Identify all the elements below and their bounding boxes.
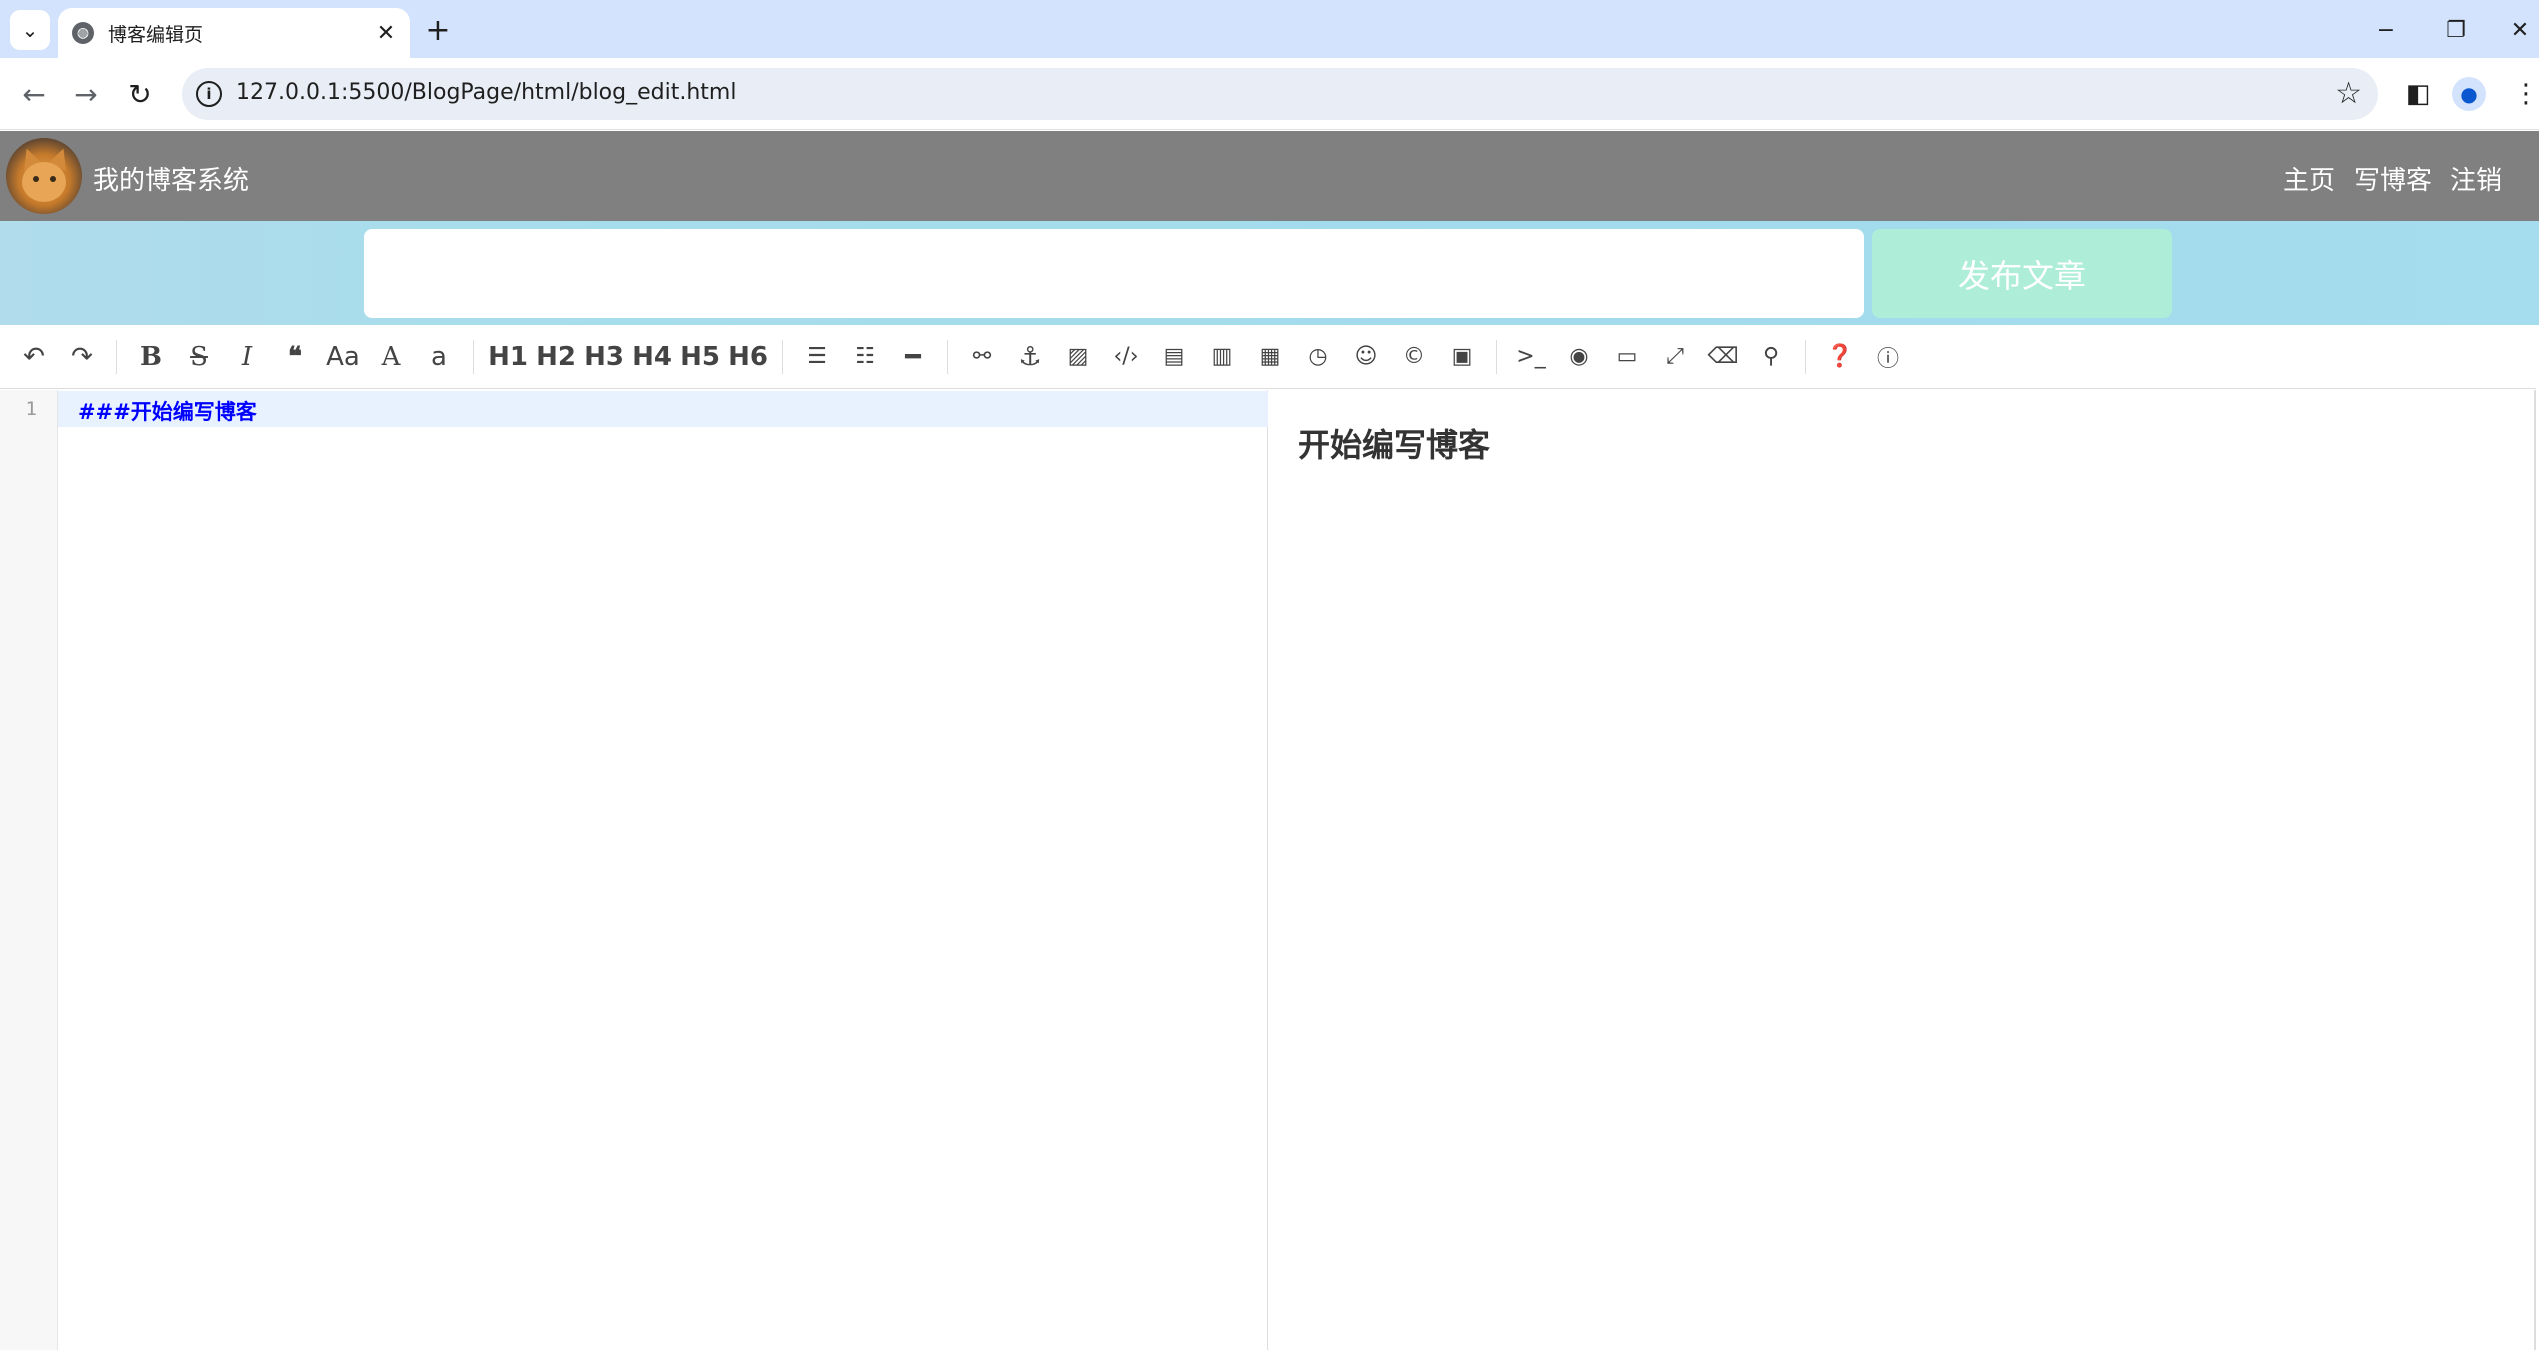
heading-4-button[interactable]: H4 xyxy=(632,337,672,377)
emoji-icon[interactable]: ☺ xyxy=(1346,337,1386,377)
toolbar-divider xyxy=(473,339,474,374)
anchor-icon[interactable]: ⚓ xyxy=(1010,337,1050,377)
lowercase-icon[interactable]: a xyxy=(419,337,459,377)
url-text[interactable]: 127.0.0.1:5500/BlogPage/html/blog_edit.h… xyxy=(236,80,736,105)
browser-tab-strip: ⌄ ◍ 博客编辑页 ✕ + − ❐ ✕ xyxy=(0,0,2539,58)
bookmark-star-icon[interactable]: ☆ xyxy=(2335,76,2362,111)
quote-icon[interactable]: ❝ xyxy=(275,337,315,377)
restore-icon[interactable]: ❐ xyxy=(2436,12,2476,48)
cat-logo-avatar xyxy=(6,138,82,214)
editor-toolbar: ↶ ↷ B S I ❝ Aa A a H1 H2 H3 H4 H5 H6 ☰ ☷… xyxy=(0,325,2536,389)
fullscreen-icon[interactable]: ⤢ xyxy=(1655,337,1695,377)
markdown-line-text[interactable]: ###开始编写博客 xyxy=(78,396,257,426)
goto-line-terminal-icon[interactable]: >_ xyxy=(1511,337,1551,377)
help-question-icon[interactable]: ❓ xyxy=(1820,337,1860,377)
heading-3-button[interactable]: H3 xyxy=(584,337,624,377)
code-inline-icon[interactable]: ‹/› xyxy=(1106,337,1146,377)
site-info-icon[interactable]: i xyxy=(196,81,222,107)
title-bar: 发布文章 xyxy=(0,221,2539,325)
heading-1-button[interactable]: H1 xyxy=(488,337,528,377)
publish-article-button[interactable]: 发布文章 xyxy=(1872,229,2172,318)
heading-6-button[interactable]: H6 xyxy=(728,337,768,377)
preview-desktop-icon[interactable]: ▭ xyxy=(1607,337,1647,377)
search-icon[interactable]: ⚲ xyxy=(1751,337,1791,377)
italic-icon[interactable]: I xyxy=(227,337,267,377)
code-block-icon[interactable]: ▤ xyxy=(1154,337,1194,377)
pagebreak-icon[interactable]: ▣ xyxy=(1442,337,1482,377)
toolbar-divider xyxy=(116,339,117,374)
tab-close-icon[interactable]: ✕ xyxy=(372,19,400,47)
undo-icon[interactable]: ↶ xyxy=(14,337,54,377)
html-entities-copyright-icon[interactable]: © xyxy=(1394,337,1434,377)
url-omnibox[interactable]: i 127.0.0.1:5500/BlogPage/html/blog_edit… xyxy=(182,68,2378,120)
article-title-input[interactable] xyxy=(364,229,1864,318)
clear-eraser-icon[interactable]: ⌫ xyxy=(1703,337,1743,377)
strikethrough-icon[interactable]: S xyxy=(179,337,219,377)
markdown-input-area[interactable]: ###开始编写博客 xyxy=(58,390,1268,1350)
menu-dots-icon[interactable]: ⋮ xyxy=(2506,74,2539,114)
uppercase-lowercase-icon[interactable]: Aa xyxy=(323,337,363,377)
profile-avatar-icon[interactable]: ● xyxy=(2452,77,2486,111)
reload-icon[interactable]: ↻ xyxy=(120,74,160,114)
back-arrow-icon[interactable]: ← xyxy=(14,74,54,114)
toolbar-divider xyxy=(1805,339,1806,374)
unordered-list-icon[interactable]: ☰ xyxy=(797,337,837,377)
tab-search-chevron-icon[interactable]: ⌄ xyxy=(10,10,50,50)
site-title: 我的博客系统 xyxy=(93,166,250,196)
preview-heading: 开始编写博客 xyxy=(1298,426,1491,464)
window-close-icon[interactable]: ✕ xyxy=(2500,12,2539,48)
markdown-editor: 1 ###开始编写博客 开始编写博客 xyxy=(0,390,2536,1350)
bold-icon[interactable]: B xyxy=(131,337,171,377)
toolbar-divider xyxy=(782,339,783,374)
markdown-preview-pane: 开始编写博客 xyxy=(1268,390,2534,1350)
info-icon[interactable]: ⓘ xyxy=(1868,337,1908,377)
code-preformatted-icon[interactable]: ▥ xyxy=(1202,337,1242,377)
forward-arrow-icon[interactable]: → xyxy=(66,74,106,114)
heading-2-button[interactable]: H2 xyxy=(536,337,576,377)
toggle-preview-eye-icon[interactable]: ◉ xyxy=(1559,337,1599,377)
ordered-list-icon[interactable]: ☷ xyxy=(845,337,885,377)
toolbar-divider xyxy=(947,339,948,374)
line-number: 1 xyxy=(25,398,37,420)
nav-link-logout[interactable]: 注销 xyxy=(2450,160,2502,197)
browser-tab[interactable]: ◍ 博客编辑页 ✕ xyxy=(58,8,410,58)
horizontal-rule-icon[interactable]: ━ xyxy=(893,337,933,377)
nav-link-home[interactable]: 主页 xyxy=(2283,160,2335,197)
line-number-gutter: 1 xyxy=(0,390,58,1350)
minimize-icon[interactable]: − xyxy=(2366,12,2406,48)
heading-5-button[interactable]: H5 xyxy=(680,337,720,377)
side-panel-icon[interactable]: ◧ xyxy=(2398,74,2438,114)
toolbar-divider xyxy=(1496,339,1497,374)
uppercase-icon[interactable]: A xyxy=(371,337,411,377)
tab-title: 博客编辑页 xyxy=(108,23,204,46)
table-icon[interactable]: ▦ xyxy=(1250,337,1290,377)
address-bar: ← → ↻ i 127.0.0.1:5500/BlogPage/html/blo… xyxy=(0,58,2539,130)
image-icon[interactable]: ▨ xyxy=(1058,337,1098,377)
datetime-clock-icon[interactable]: ◷ xyxy=(1298,337,1338,377)
nav-link-write-blog[interactable]: 写博客 xyxy=(2354,160,2432,197)
new-tab-plus-icon[interactable]: + xyxy=(420,12,456,48)
blog-nav-bar: 我的博客系统 主页 写博客 注销 xyxy=(0,131,2539,221)
redo-icon[interactable]: ↷ xyxy=(62,337,102,377)
globe-favicon-icon: ◍ xyxy=(72,22,94,44)
link-icon[interactable]: ⚯ xyxy=(962,337,1002,377)
